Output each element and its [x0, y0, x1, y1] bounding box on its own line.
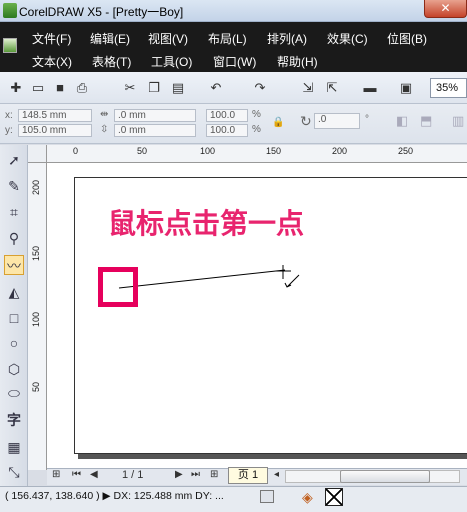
ruler-tick-label: 0 [73, 146, 79, 156]
cut-icon[interactable]: ✂ [122, 80, 138, 96]
standard-toolbar [0, 72, 467, 104]
ruler-tick-label: 150 [31, 246, 41, 262]
ruler-tick-label: 200 [31, 180, 41, 196]
import-icon[interactable]: ⇲ [300, 80, 316, 96]
previous-page-icon[interactable]: ◀ [90, 469, 98, 480]
ruler-origin-icon[interactable] [28, 145, 47, 163]
zoom-tool-icon[interactable]: ⚲ [4, 228, 24, 248]
menu-arrange[interactable]: 排列(A) [267, 30, 307, 47]
menu-file[interactable]: 文件(F) [32, 30, 71, 47]
next-page-icon[interactable]: ▶ [175, 469, 183, 480]
document-icon[interactable] [3, 38, 17, 53]
percent-label: % [252, 124, 261, 135]
last-page-icon[interactable]: ⏭ [191, 469, 200, 480]
table-tool-icon[interactable]: ▦ [4, 437, 24, 457]
menu-layout[interactable]: 布局(L) [208, 30, 247, 47]
crop-tool-icon[interactable]: ⌗ [4, 202, 24, 222]
basic-shapes-tool-icon[interactable]: ⬭ [4, 383, 24, 403]
freehand-tool-icon[interactable]: 〰 [4, 255, 24, 275]
y-position-field[interactable]: 105.0 mm [18, 124, 92, 137]
new-document-icon[interactable]: ✚ [8, 80, 24, 96]
scroll-left-icon[interactable]: ◂ [274, 469, 279, 480]
dimension-tool-icon[interactable]: ⤡ [4, 462, 24, 482]
align-icon[interactable]: ▥ [452, 113, 464, 129]
open-icon[interactable]: ▭ [30, 80, 46, 96]
application-launcher-icon[interactable]: ▬ [362, 80, 378, 96]
menu-edit[interactable]: 编辑(E) [90, 30, 130, 47]
smart-fill-tool-icon[interactable]: ◭ [4, 282, 24, 302]
zoom-level-field[interactable]: 35% [430, 78, 467, 98]
menu-text[interactable]: 文本(X) [32, 53, 72, 70]
height-icon: ⇳ [100, 124, 109, 135]
degree-label: ° [365, 114, 369, 125]
ruler-tick-label: 100 [31, 312, 41, 328]
annotation-text: 鼠标点击第一点 [108, 207, 305, 240]
menu-effects[interactable]: 效果(C) [327, 30, 368, 47]
save-icon[interactable]: ■ [52, 80, 68, 96]
mirror-horizontal-icon[interactable]: ◧ [396, 113, 408, 129]
export-icon[interactable]: ⇱ [324, 80, 340, 96]
ruler-tick-label: 100 [200, 146, 216, 156]
page-counter: 1 / 1 [122, 469, 144, 481]
highlight-box [98, 267, 138, 307]
welcome-screen-icon[interactable]: ▣ [398, 80, 414, 96]
ruler-tick-label: 50 [31, 382, 41, 393]
ruler-tick-label: 50 [137, 146, 148, 156]
ellipse-tool-icon[interactable]: ○ [4, 333, 24, 353]
undo-icon[interactable]: ↶ [208, 80, 224, 96]
x-position-field[interactable]: 148.5 mm [18, 109, 92, 122]
fill-icon[interactable]: ◈ [302, 489, 313, 506]
rotation-icon: ↻ [300, 113, 312, 129]
x-label: x: [5, 110, 13, 121]
ruler-tick-label: 200 [332, 146, 348, 156]
status-coordinates: ( 156.437, 138.640 ) ▶ DX: 125.488 mm DY… [5, 490, 224, 502]
freehand-line[interactable] [118, 269, 286, 289]
horizontal-scroll-thumb[interactable] [340, 470, 430, 483]
y-label: y: [5, 125, 13, 136]
add-page-after-icon[interactable]: ⊞ [210, 469, 218, 480]
copy-icon[interactable]: ❐ [146, 80, 162, 96]
ruler-tick-label: 250 [398, 146, 414, 156]
mirror-vertical-icon[interactable]: ⬒ [420, 113, 432, 129]
view-mode-icon[interactable] [260, 490, 274, 503]
rectangle-tool-icon[interactable]: □ [4, 308, 24, 328]
window-title: CorelDRAW X5 - [Pretty一Boy] [19, 5, 184, 19]
print-icon[interactable]: ⎙ [74, 80, 90, 96]
menu-table[interactable]: 表格(T) [92, 53, 131, 70]
rotation-field[interactable]: .0 [314, 113, 360, 129]
paste-icon[interactable]: ▤ [170, 80, 186, 96]
percent-label: % [252, 109, 261, 120]
height-field[interactable]: .0 mm [114, 124, 196, 137]
outline-none-icon[interactable] [325, 488, 343, 506]
scale-height-field[interactable]: 100.0 [206, 124, 248, 137]
title-bar: CorelDRAW X5 - [Pretty一Boy] [0, 0, 467, 22]
width-field[interactable]: .0 mm [114, 109, 196, 122]
redo-icon[interactable]: ↷ [252, 80, 268, 96]
pick-tool-icon[interactable]: ➚ [4, 150, 24, 170]
first-page-icon[interactable]: ⏮ [72, 469, 81, 480]
add-page-icon[interactable]: ⊞ [52, 469, 60, 480]
menu-view[interactable]: 视图(V) [148, 30, 188, 47]
menu-help[interactable]: 帮助(H) [277, 53, 318, 70]
menu-tools[interactable]: 工具(O) [151, 53, 192, 70]
menu-window[interactable]: 窗口(W) [213, 53, 256, 70]
coreldraw-app-icon [3, 3, 17, 18]
scale-width-field[interactable]: 100.0 [206, 109, 248, 122]
crosshair-cursor-icon [276, 265, 300, 288]
text-tool-icon[interactable]: 字 [4, 410, 24, 430]
close-window-button[interactable]: ✕ [424, 0, 467, 18]
width-icon: ⇹ [100, 109, 109, 120]
shape-tool-icon[interactable]: ✎ [4, 176, 24, 196]
menu-bitmaps[interactable]: 位图(B) [387, 30, 427, 47]
polygon-tool-icon[interactable]: ⬡ [4, 359, 24, 379]
page-tab[interactable]: 页 1 [228, 467, 268, 484]
ruler-tick-label: 150 [266, 146, 282, 156]
lock-ratio-icon[interactable]: 🔒 [272, 117, 284, 128]
